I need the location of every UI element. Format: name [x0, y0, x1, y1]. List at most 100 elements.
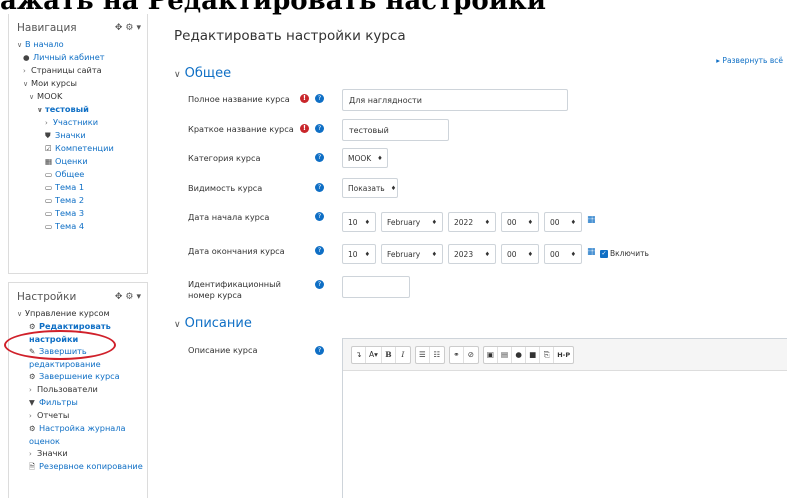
settings-item-users[interactable]: › Пользователи — [17, 383, 147, 396]
toolbar-group: ▣ ▤ ● ■ ⎘ H-P — [482, 345, 575, 364]
expand-all-link[interactable]: ▸ Развернуть всё — [716, 56, 783, 65]
category-row: Категория курса — [188, 148, 296, 168]
microphone-icon[interactable]: ● — [512, 346, 527, 363]
folder-icon: ▭ — [45, 209, 53, 218]
nav-item-mook[interactable]: ∨ MOOK — [17, 90, 147, 103]
help-icon[interactable]: ? — [315, 94, 324, 103]
gear-icon[interactable]: ⚙ — [125, 292, 133, 302]
settings-item-turn-editing-off[interactable]: ✎ Завершить редактирование — [17, 345, 127, 370]
calendar-icon[interactable]: ▦ — [587, 215, 596, 225]
folder-icon: ▭ — [45, 183, 53, 192]
nav-item-badges[interactable]: ⛊ Значки — [17, 129, 147, 142]
move-icon[interactable]: ✥ — [115, 292, 123, 302]
chevron-down-icon[interactable]: ▾ — [136, 292, 141, 302]
startdate-day-select[interactable]: 10 ♦ — [342, 212, 376, 232]
settings-item-edit-settings[interactable]: ⚙ Редактировать настройки — [17, 320, 127, 345]
video-camera-icon[interactable]: ■ — [526, 346, 541, 363]
show-more-buttons[interactable]: ↴ — [352, 346, 366, 363]
nav-item-dashboard[interactable]: ● Личный кабинет — [17, 51, 147, 64]
media-icon[interactable]: ▤ — [498, 346, 513, 363]
toolbar-group: ↴ A ▾ B I — [351, 345, 411, 364]
chevron-right-icon: › — [45, 119, 48, 127]
category-select[interactable]: MOOK ♦ — [342, 148, 388, 168]
category-label: Категория курса — [188, 152, 261, 163]
section-description-toggle[interactable]: ∨ Описание — [174, 316, 252, 331]
idnumber-label: Идентификационный номер курса — [188, 279, 281, 300]
chevron-right-icon: › — [29, 450, 32, 458]
nav-item-participants[interactable]: › Участники — [17, 116, 147, 129]
nav-item-site-pages[interactable]: › Страницы сайта — [17, 64, 147, 77]
filter-icon: ▼ — [29, 398, 35, 407]
gear-icon: ⚙ — [29, 372, 36, 381]
settings-item-course-admin[interactable]: ∨ Управление курсом — [17, 307, 147, 320]
enddate-hour-select[interactable]: 00 ♦ — [501, 244, 539, 264]
startdate-month-select[interactable]: February ♦ — [381, 212, 443, 232]
gear-icon[interactable]: ⚙ — [125, 23, 133, 33]
enddate-month-select[interactable]: February ♦ — [381, 244, 443, 264]
settings-item-reports[interactable]: › Отчеты — [17, 409, 147, 422]
help-icon[interactable]: ? — [315, 153, 324, 162]
startdate-minute-select[interactable]: 00 ♦ — [544, 212, 582, 232]
help-icon[interactable]: ? — [315, 212, 324, 221]
select-arrows-icon: ♦ — [431, 250, 437, 258]
nav-item-competencies[interactable]: ☑ Компетенции — [17, 142, 147, 155]
nav-item-my-courses[interactable]: ∨ Мои курсы — [17, 77, 147, 90]
enddate-day-select[interactable]: 10 ♦ — [342, 244, 376, 264]
nav-item-grades[interactable]: ▦ Оценки — [17, 155, 147, 168]
unlink-icon[interactable]: ⊘ — [464, 347, 478, 363]
required-icon: ! — [300, 124, 309, 133]
bold-button[interactable]: B — [382, 346, 396, 363]
ordered-list-icon[interactable]: ☷ — [430, 347, 444, 363]
gear-icon: ⚙ — [29, 424, 36, 433]
navigation-block-title: Навигация — [17, 22, 77, 34]
help-icon[interactable]: ? — [315, 280, 324, 289]
startdate-hour-select[interactable]: 00 ♦ — [501, 212, 539, 232]
required-icon: ! — [300, 94, 309, 103]
enddate-year-select[interactable]: 2023 ♦ — [448, 244, 496, 264]
h5p-button[interactable]: H-P — [554, 347, 573, 363]
chevron-down-icon: ∨ — [17, 41, 23, 49]
help-icon[interactable]: ? — [315, 246, 324, 255]
image-icon[interactable]: ▣ — [484, 346, 498, 363]
toolbar-group: ⚭ ⊘ — [448, 345, 479, 364]
settings-item-badges[interactable]: › Значки — [17, 447, 147, 460]
idnumber-row: Идентификационный номер курса — [188, 276, 296, 304]
move-icon[interactable]: ✥ — [115, 23, 123, 33]
startdate-year-select[interactable]: 2022 ♦ — [448, 212, 496, 232]
font-style-button[interactable]: A ▾ — [366, 346, 382, 363]
nav-item-test-course[interactable]: ∨ тестовый — [17, 103, 147, 116]
help-icon[interactable]: ? — [315, 124, 324, 133]
settings-item-backup[interactable]: 🗎 Резервное копирование — [17, 460, 147, 473]
description-editor[interactable]: ↴ A ▾ B I ☰ ☷ ⚭ ⊘ ▣ ▤ ● ■ ⎘ H-P — [342, 338, 787, 498]
nav-item-topic-4[interactable]: ▭ Тема 4 — [17, 220, 147, 233]
navigation-block-header: Навигация ✥ ⚙ ▾ — [9, 14, 147, 38]
fullname-input[interactable]: Для наглядности — [342, 89, 568, 111]
nav-item-general[interactable]: ▭ Общее — [17, 168, 147, 181]
enddate-enable-checkbox[interactable]: ✓ Включить — [600, 249, 649, 258]
visibility-select[interactable]: Показать ♦ — [342, 178, 398, 198]
nav-item-topic-1[interactable]: ▭ Тема 1 — [17, 181, 147, 194]
settings-item-gradebook-setup[interactable]: ⚙ Настройка журнала оценок — [17, 422, 127, 447]
calendar-icon[interactable]: ▦ — [587, 247, 596, 257]
chevron-down-icon[interactable]: ▾ — [136, 23, 141, 33]
italic-button[interactable]: I — [396, 347, 410, 363]
select-arrows-icon: ♦ — [527, 218, 533, 226]
help-icon[interactable]: ? — [315, 183, 324, 192]
select-arrows-icon: ♦ — [484, 250, 490, 258]
help-icon[interactable]: ? — [315, 346, 324, 355]
nav-item-topic-3[interactable]: ▭ Тема 3 — [17, 207, 147, 220]
nav-item-topic-2[interactable]: ▭ Тема 2 — [17, 194, 147, 207]
manage-files-icon[interactable]: ⎘ — [540, 346, 555, 363]
section-general-toggle[interactable]: ∨ Общее — [174, 66, 231, 81]
select-arrows-icon: ♦ — [364, 250, 370, 258]
settings-item-filters[interactable]: ▼ Фильтры — [17, 396, 147, 409]
idnumber-input[interactable] — [342, 276, 410, 298]
folder-icon: ▭ — [45, 222, 53, 231]
settings-item-course-completion[interactable]: ⚙ Завершение курса — [17, 370, 147, 383]
dashboard-icon: ● — [23, 53, 30, 62]
shortname-input[interactable]: тестовый — [342, 119, 449, 141]
enddate-minute-select[interactable]: 00 ♦ — [544, 244, 582, 264]
link-icon[interactable]: ⚭ — [450, 346, 464, 363]
nav-item-home[interactable]: ∨ В начало — [17, 38, 147, 51]
unordered-list-icon[interactable]: ☰ — [416, 346, 430, 363]
